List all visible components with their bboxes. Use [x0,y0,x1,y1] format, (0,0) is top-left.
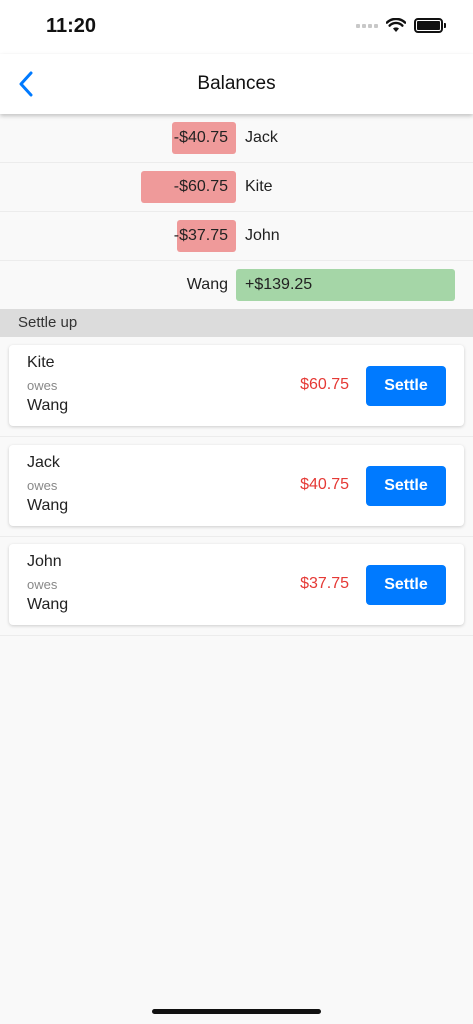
battery-icon [414,18,446,33]
debtor-name: Jack [27,454,60,471]
balance-row: -$60.75 Kite [0,163,473,212]
owes-label: owes [27,378,58,393]
status-time: 11:20 [46,15,97,37]
settle-item: Kite owes Wang $60.75 Settle [0,337,473,437]
creditor-name: Wang [27,596,69,613]
owed-amount: $40.75 [300,476,349,493]
balance-amount: +$139.25 [245,276,313,293]
settle-up-header: Settle up [0,309,473,337]
settle-button[interactable]: Settle [366,565,446,605]
settle-card: Kite owes Wang $60.75 Settle [9,345,464,426]
balance-name: Jack [245,129,278,146]
balance-row: -$40.75 Jack [0,114,473,163]
home-indicator[interactable] [152,1009,321,1014]
debtor-name: Kite [27,354,55,371]
creditor-name: Wang [27,397,69,414]
status-icons [356,18,446,33]
settle-button[interactable]: Settle [366,366,446,406]
balance-amount: -$37.75 [173,227,228,244]
balance-name: Kite [245,178,273,195]
creditor-name: Wang [27,497,69,514]
status-bar: 11:20 [0,0,473,54]
page-title: Balances [197,73,276,94]
settle-card: John owes Wang $37.75 Settle [9,544,464,625]
settle-item: Jack owes Wang $40.75 Settle [0,437,473,537]
balance-amount: -$60.75 [173,178,228,195]
balance-name: John [245,227,280,244]
balance-name: Wang [186,276,228,293]
owes-label: owes [27,577,58,592]
nav-bar: Balances [0,54,473,114]
owes-label: owes [27,478,58,493]
owed-amount: $37.75 [300,575,349,592]
wifi-icon [386,18,406,32]
settle-button[interactable]: Settle [366,466,446,506]
signal-icon [356,23,378,28]
balances-list: -$40.75 Jack -$60.75 Kite -$37.75 John W… [0,114,473,310]
owed-amount: $60.75 [300,376,349,393]
settle-item: John owes Wang $37.75 Settle [0,536,473,636]
balance-row: Wang +$139.25 [0,261,473,310]
debtor-name: John [27,553,62,570]
settle-up-title: Settle up [18,314,78,331]
settle-card: Jack owes Wang $40.75 Settle [9,445,464,526]
balance-row: -$37.75 John [0,212,473,261]
balance-amount: -$40.75 [173,129,228,146]
